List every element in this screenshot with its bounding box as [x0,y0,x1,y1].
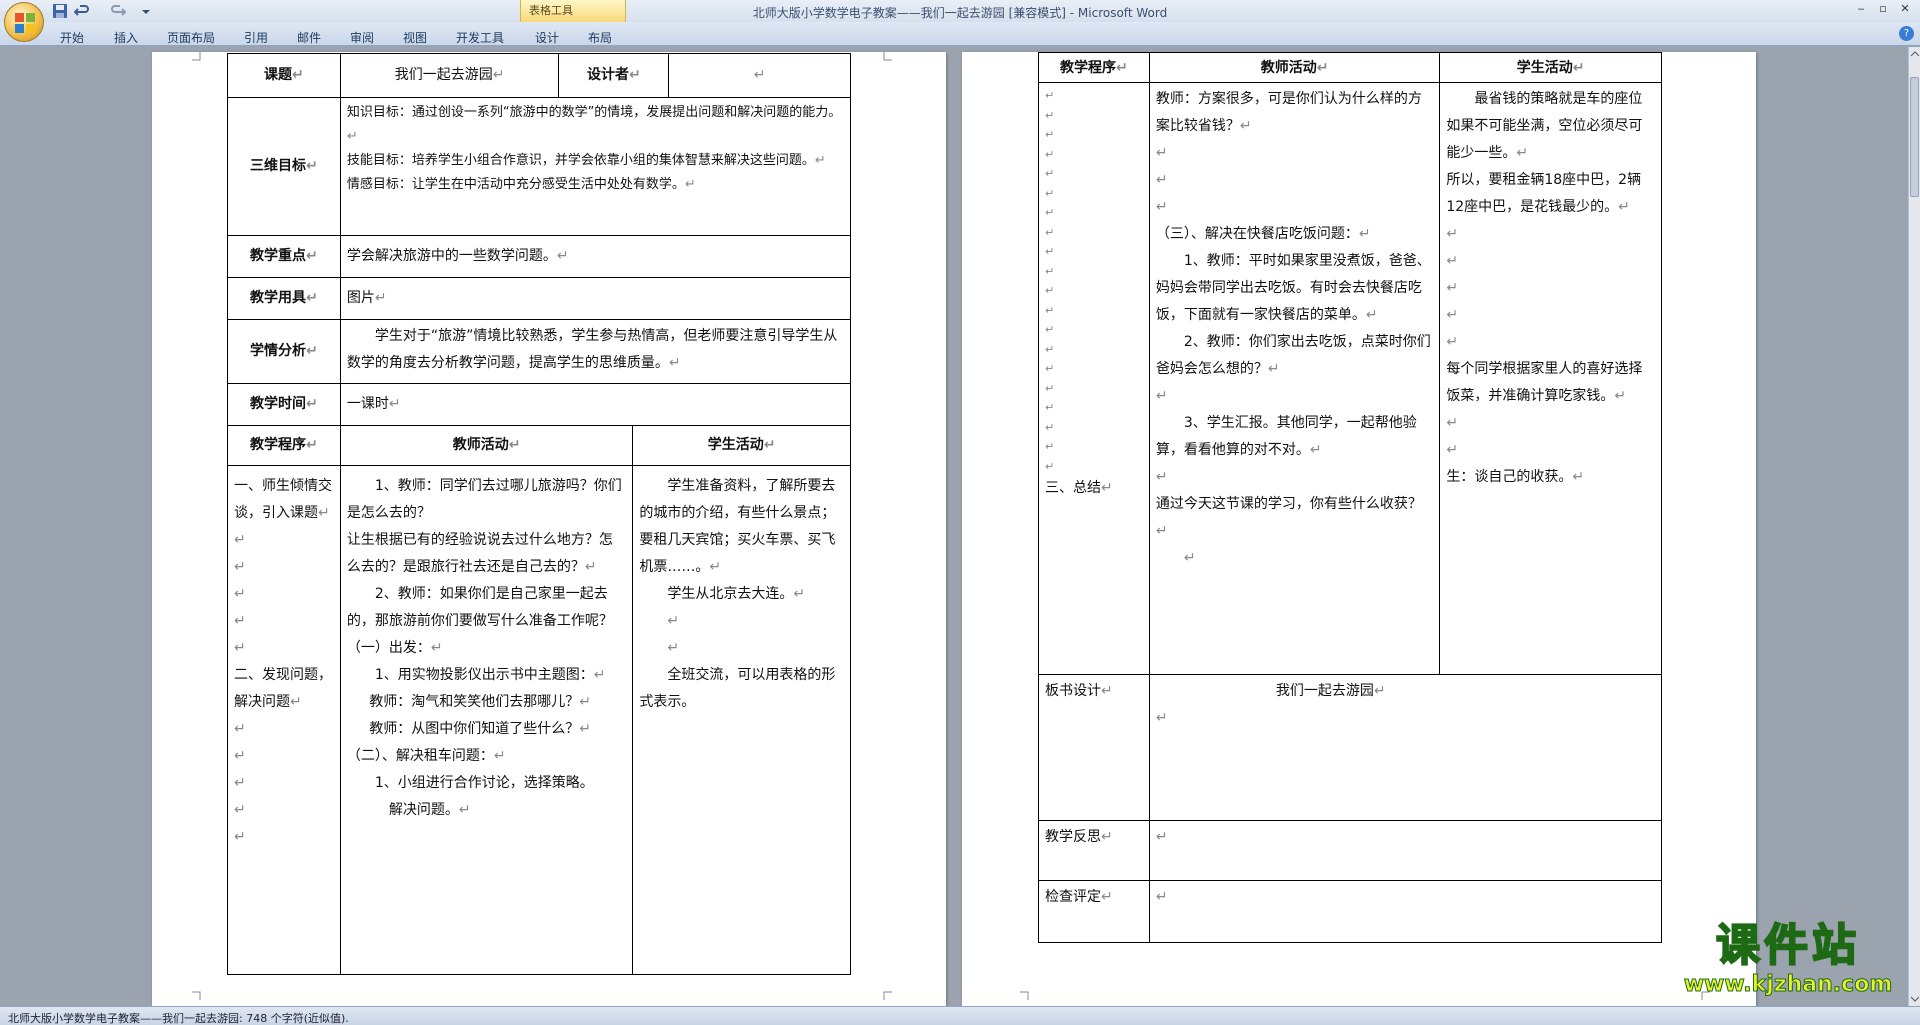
tab-table-layout[interactable]: 布局 [588,29,612,46]
table-row: 教学程序↵ 教师活动↵ 学生活动↵ [227,425,851,466]
corner-mark [192,991,201,1000]
tab-page-layout[interactable]: 页面布局 [167,29,215,46]
cell-procedure[interactable]: ↵ ↵ ↵ ↵ ↵ ↵ ↵ ↵ ↵ ↵ ↵ ↵ ↵ ↵ ↵ ↵ ↵ ↵ ↵ ↵ … [1038,82,1150,675]
lesson-plan-table-3: 教学程序↵ 教师活动↵ 学生活动↵ ↵ ↵ ↵ ↵ ↵ ↵ ↵ ↵ ↵ ↵ ↵ … [1038,52,1663,943]
status-text: 北师大版小学数学电子教案——我们一起去游园: 748 个字符(近似值). [8,1012,349,1025]
tab-review[interactable]: 审阅 [350,29,374,46]
status-bar: 北师大版小学数学电子教案——我们一起去游园: 748 个字符(近似值). [0,1006,1920,1025]
cell-teacher-activities[interactable]: 1、教师：同学们去过哪儿旅游吗？你们是怎么去的？ 让生根据已有的经验说说去过什么… [339,465,634,975]
cell-time[interactable]: 一课时↵ [339,383,852,426]
corner-mark [883,991,892,1000]
cell-label-time[interactable]: 教学时间↵ [227,383,341,426]
save-icon[interactable] [52,3,68,19]
document-workspace: 课题↵ 我们一起去游园↵ 设计者↵ ↵ 三维目标↵ 知识目标：通过创设一系列“旅… [0,47,1908,1006]
tab-developer[interactable]: 开发工具 [456,29,504,46]
cell-analysis[interactable]: 学生对于“旅游”情境比较熟悉，学生参与热情高，但老师要注意引导学生从数学的角度去… [339,319,852,384]
scroll-down-icon[interactable] [1910,994,1920,1004]
cell-header-student[interactable]: 学生活动↵ [632,425,851,466]
tab-view[interactable]: 视图 [403,29,427,46]
cell-lesson-title[interactable]: 我们一起去游园↵ [339,53,560,98]
cell-label-board[interactable]: 板书设计↵ [1038,674,1150,821]
undo-icon[interactable] [74,3,90,19]
cell-header-student[interactable]: 学生活动↵ [1439,52,1662,83]
cell-key[interactable]: 学会解决旅游中的一些数学问题。↵ [339,235,852,278]
cell-label-goals[interactable]: 三维目标↵ [227,97,341,236]
tab-home[interactable]: 开始 [60,29,84,46]
scroll-up-icon[interactable] [1910,49,1920,59]
table-row: ↵ ↵ ↵ ↵ ↵ ↵ ↵ ↵ ↵ ↵ ↵ ↵ ↵ ↵ ↵ ↵ ↵ ↵ ↵ ↵ … [1038,82,1662,675]
corner-mark [1020,991,1029,1000]
minimize-button[interactable]: ‒ [1850,2,1872,18]
cell-student-activities[interactable]: 学生准备资料，了解所要去的城市的介绍，有些什么景点；要租几天宾馆；买火车票、买飞… [632,465,851,975]
watermark-logo: 课件站 www.kjzhan.com [1668,919,1908,1002]
cell-reflection[interactable]: ↵ [1148,820,1663,881]
page-1: 课题↵ 我们一起去游园↵ 设计者↵ ↵ 三维目标↵ 知识目标：通过创设一系列“旅… [152,52,946,1006]
redo-icon[interactable] [110,3,126,19]
watermark-url: www.kjzhan.com [1683,972,1893,998]
scroll-thumb[interactable] [1910,77,1919,197]
table-row: 课题↵ 我们一起去游园↵ 设计者↵ ↵ [227,53,851,98]
corner-mark [883,52,892,61]
lesson-plan-table-2: 教学程序↵ 教师活动↵ 学生活动↵ 一、师生倾情交谈，引入课题↵ ↵ ↵ ↵ ↵… [227,425,851,975]
lesson-plan-table-1: 课题↵ 我们一起去游园↵ 设计者↵ ↵ 三维目标↵ 知识目标：通过创设一系列“旅… [227,53,852,426]
office-logo-icon [15,13,35,33]
cell-label-check[interactable]: 检查评定↵ [1038,880,1150,943]
corner-mark [192,52,201,61]
table-row: 三维目标↵ 知识目标：通过创设一系列“旅游中的数学”的情境，发展提出问题和解决问… [227,97,852,236]
window-title: 北师大版小学数学电子教案——我们一起去游园 [兼容模式] - Microsoft… [752,6,1168,20]
table-row: 板书设计↵ 我们一起去游园↵ ↵ [1038,674,1663,821]
cell-designer-value[interactable]: ↵ [668,53,851,98]
cell-teacher-activities[interactable]: 教师：方案很多，可是你们认为什么样的方案比较省钱？↵ ↵ ↵ ↵ （三）、解决在… [1148,82,1441,675]
table-row: 教学重点↵ 学会解决旅游中的一些数学问题。↵ [227,235,852,278]
cell-label-reflection[interactable]: 教学反思↵ [1038,820,1150,881]
title-bar: 表格工具 北师大版小学数学电子教案——我们一起去游园 [兼容模式] - Micr… [0,0,1920,22]
customize-toolbar-icon[interactable] [138,3,154,19]
office-button[interactable] [4,2,44,42]
cell-check[interactable]: ↵ [1148,880,1663,943]
ribbon-tabs: 开始 插入 页面布局 引用 邮件 审阅 视图 开发工具 设计 布局 ? [0,22,1920,46]
vertical-scrollbar[interactable] [1908,47,1920,1006]
word-window: 表格工具 北师大版小学数学电子教案——我们一起去游园 [兼容模式] - Micr… [0,0,1920,1025]
tab-table-design[interactable]: 设计 [535,29,559,46]
cell-header-procedure[interactable]: 教学程序↵ [227,425,341,466]
table-row: 学情分析↵ 学生对于“旅游”情境比较熟悉，学生参与热情高，但老师要注意引导学生从… [227,319,852,384]
cell-header-teacher[interactable]: 教师活动↵ [1148,52,1441,83]
cell-procedure[interactable]: 一、师生倾情交谈，引入课题↵ ↵ ↵ ↵ ↵ ↵ 二、发现问题，解决问题↵ ↵ … [227,465,341,975]
page-2: 教学程序↵ 教师活动↵ 学生活动↵ ↵ ↵ ↵ ↵ ↵ ↵ ↵ ↵ ↵ ↵ ↵ … [962,52,1756,1006]
cell-label-keti[interactable]: 课题↵ [227,53,341,98]
help-icon[interactable]: ? [1899,26,1914,41]
cell-goals[interactable]: 知识目标：通过创设一系列“旅游中的数学”的情境，发展提出问题和解决问题的能力。↵… [339,97,852,236]
cell-label-designer[interactable]: 设计者↵ [558,53,670,98]
watermark-main-text: 课件站 [1715,919,1860,972]
table-row: 检查评定↵ ↵ [1038,880,1663,943]
cell-student-activities[interactable]: 最省钱的策略就是车的座位如果不可能坐满，空位必须尽可能少一些。↵ 所以，要租金辆… [1439,82,1662,675]
cell-board[interactable]: 我们一起去游园↵ ↵ [1148,674,1663,821]
table-row: 教学反思↵ ↵ [1038,820,1663,881]
close-button[interactable]: ✕ [1894,2,1916,18]
tab-insert[interactable]: 插入 [114,29,138,46]
cell-label-analysis[interactable]: 学情分析↵ [227,319,341,384]
table-row: 教学用具↵ 图片↵ [227,277,852,320]
table-row: 教学时间↵ 一课时↵ [227,383,852,426]
cell-header-procedure[interactable]: 教学程序↵ [1038,52,1150,83]
cell-tools[interactable]: 图片↵ [339,277,852,320]
cell-label-key[interactable]: 教学重点↵ [227,235,341,278]
tab-references[interactable]: 引用 [244,29,268,46]
table-row: 教学程序↵ 教师活动↵ 学生活动↵ [1038,52,1662,83]
maximize-button[interactable]: ▫ [1872,2,1894,18]
cell-label-tools[interactable]: 教学用具↵ [227,277,341,320]
table-row: 一、师生倾情交谈，引入课题↵ ↵ ↵ ↵ ↵ ↵ 二、发现问题，解决问题↵ ↵ … [227,465,851,975]
cell-header-teacher[interactable]: 教师活动↵ [339,425,634,466]
tab-mailings[interactable]: 邮件 [297,29,321,46]
